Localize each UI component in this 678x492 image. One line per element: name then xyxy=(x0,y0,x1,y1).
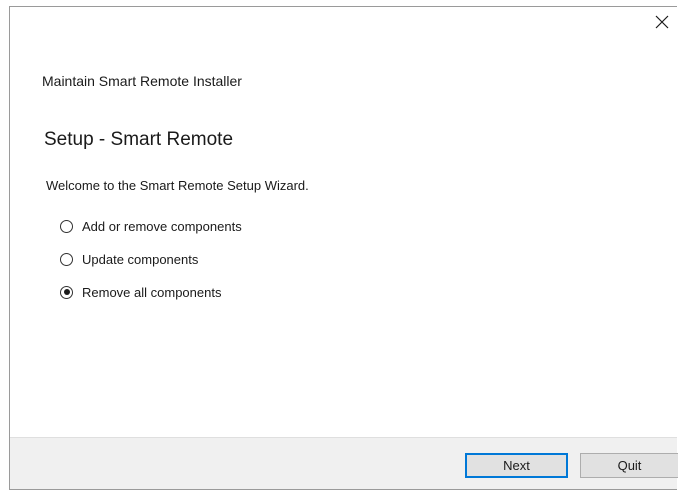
options-group: Add or remove components Update componen… xyxy=(60,216,242,315)
option-label: Remove all components xyxy=(82,284,222,300)
page-title: Setup - Smart Remote xyxy=(44,129,234,150)
radio-button[interactable] xyxy=(60,219,73,233)
close-icon xyxy=(655,15,669,29)
window-title: Maintain Smart Remote Installer xyxy=(42,73,242,89)
radio-button-selected[interactable] xyxy=(60,285,73,299)
close-button[interactable] xyxy=(647,7,677,37)
option-update[interactable]: Update components xyxy=(60,249,242,269)
next-button[interactable]: Next xyxy=(465,453,568,478)
option-label: Add or remove components xyxy=(82,218,242,234)
installer-dialog: Maintain Smart Remote Installer Setup - … xyxy=(9,6,678,490)
option-remove-all[interactable]: Remove all components xyxy=(60,282,242,302)
button-bar: Next Quit xyxy=(10,437,678,489)
option-label: Update components xyxy=(82,251,199,267)
welcome-text: Welcome to the Smart Remote Setup Wizard… xyxy=(46,178,309,193)
quit-button[interactable]: Quit xyxy=(580,453,678,478)
option-add-remove[interactable]: Add or remove components xyxy=(60,216,242,236)
radio-button[interactable] xyxy=(60,252,73,266)
